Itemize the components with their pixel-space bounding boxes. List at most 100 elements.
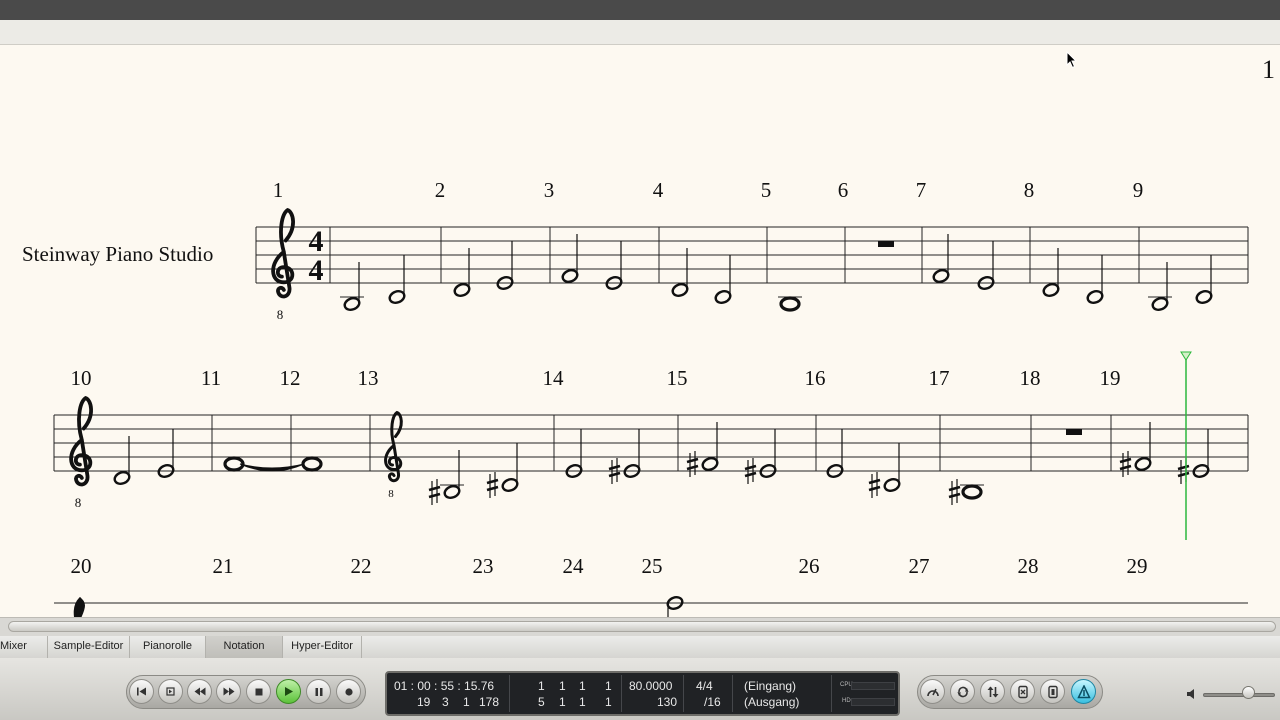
tuner-button[interactable] [1071, 679, 1096, 704]
transport-display[interactable]: 01 : 00 : 55 : 15.76 19 3 1 178 1 1 1 1 … [385, 671, 900, 716]
right-locator-bar: 5 [538, 695, 545, 709]
clef-octave-marker: 8 [388, 488, 394, 500]
track-name: Steinway Piano Studio [22, 242, 213, 266]
time-signature-bottom: 4 [309, 254, 324, 287]
tab-sample-editor[interactable]: Sample-Editor [48, 636, 130, 658]
tab-pianorolle[interactable]: Pianorolle [130, 636, 206, 658]
stop-icon [255, 688, 262, 695]
stop-button[interactable] [246, 679, 271, 704]
speaker-icon [1187, 689, 1194, 699]
arrows-updown-icon [987, 686, 998, 697]
pause-icon [315, 687, 322, 696]
volume-slider-knob[interactable] [1241, 686, 1255, 699]
pause-button[interactable] [306, 679, 331, 704]
whole-note [961, 484, 983, 500]
midi-output-label: (Ausgang) [744, 695, 800, 709]
rewind-button[interactable] [187, 679, 212, 704]
half-note [388, 290, 406, 304]
sharp-accidental [486, 472, 499, 498]
clef-octave-marker: 8 [277, 307, 284, 322]
metronome-icon [926, 688, 939, 696]
score-page[interactable]: 1 Steinway Piano Studio 123456789844 10 1… [0, 45, 1280, 617]
measure-number: 29 [1127, 554, 1148, 578]
go-to-start-button[interactable] [129, 679, 154, 704]
sharp-accidental [1119, 451, 1132, 477]
half-note [714, 290, 732, 304]
measure-number: 23 [473, 554, 494, 578]
measure-number: 13 [358, 366, 379, 390]
play-button[interactable] [276, 679, 301, 704]
rewind-icon [194, 687, 205, 696]
left-locator-division: 1 [579, 679, 586, 693]
measure-number: 11 [201, 366, 221, 390]
half-note [113, 471, 131, 485]
cycle-button[interactable] [950, 679, 975, 704]
staff-system-2: 10 11 12 13 14 15 16 17 18 19 8 8 [53, 366, 1249, 510]
sync-button[interactable] [1040, 679, 1065, 704]
fast-forward-button[interactable] [216, 679, 241, 704]
go-to-end-button[interactable] [158, 679, 183, 704]
editor-toolbar [0, 20, 1280, 45]
half-note [1151, 297, 1169, 311]
record-icon [344, 687, 353, 696]
left-locator-tick: 1 [605, 679, 612, 693]
measure-number: 10 [71, 366, 92, 390]
record-button[interactable] [336, 679, 361, 704]
measure-number: 24 [563, 554, 585, 578]
measure-number: 27 [909, 554, 930, 578]
staff-system-3: 20 21 22 23 24 25 26 27 28 29 [54, 554, 1248, 617]
half-note [501, 478, 519, 492]
treble-clef-icon [271, 208, 295, 299]
scrollbar-thumb[interactable] [8, 621, 1276, 632]
measure-number: 18 [1020, 366, 1041, 390]
half-note [343, 297, 361, 311]
playhead-marker[interactable] [1180, 351, 1192, 361]
measure-number: 9 [1133, 178, 1144, 202]
half-note [1042, 283, 1060, 297]
mouse-pointer-icon [1066, 51, 1078, 69]
measure-number: 20 [71, 554, 92, 578]
measure-number: 4 [653, 178, 664, 202]
tempo-value: 80.0000 [629, 679, 673, 693]
left-locator-bar: 1 [538, 679, 545, 693]
replace-button[interactable] [980, 679, 1005, 704]
volume-slider[interactable] [1203, 693, 1275, 697]
tab-notation[interactable]: Notation [206, 636, 283, 658]
measure-number: 21 [213, 554, 234, 578]
measure-number: 26 [799, 554, 820, 578]
hd-label: HD [842, 698, 851, 704]
right-locator-division: 1 [579, 695, 586, 709]
score-canvas[interactable]: Steinway Piano Studio 1 2 3 4 5 6 7 8 9844 10 11 1… [0, 45, 1280, 617]
midi-input-label: (Eingang) [744, 679, 797, 693]
measure-number: 16 [805, 366, 826, 390]
half-note [1086, 290, 1104, 304]
whole-rest [1066, 429, 1082, 435]
half-note [883, 478, 901, 492]
right-locator-tick: 1 [605, 695, 612, 709]
solo-button[interactable] [1010, 679, 1035, 704]
editor-tab-bar: Mixer Sample-Editor Pianorolle Notation … [0, 636, 1280, 659]
measure-number: 14 [543, 366, 565, 390]
measure-number: 6 [838, 178, 849, 202]
measure-number: 15 [667, 366, 688, 390]
half-note [671, 283, 689, 297]
bar-position-division: 1 [463, 695, 470, 709]
half-note [443, 485, 461, 499]
measure-number: 19 [1100, 366, 1121, 390]
sharp-accidental [686, 451, 699, 477]
bar-position-bar: 19 [417, 695, 431, 709]
metronome-button[interactable] [920, 679, 945, 704]
skip-back-icon [137, 687, 146, 696]
bar-position-beat: 3 [442, 695, 449, 709]
half-note [932, 269, 950, 283]
tab-mixer[interactable]: Mixer [0, 636, 48, 658]
tuner-icon [1076, 684, 1091, 698]
measure-number: 25 [642, 554, 663, 578]
treble-clef-icon [69, 396, 93, 487]
horizontal-scrollbar[interactable] [0, 617, 1280, 636]
measure-number: 8 [1024, 178, 1035, 202]
left-locator-beat: 1 [559, 679, 566, 693]
measure-number: 28 [1018, 554, 1039, 578]
solo-icon [1017, 685, 1028, 698]
tab-hyper-editor[interactable]: Hyper-Editor [283, 636, 362, 658]
